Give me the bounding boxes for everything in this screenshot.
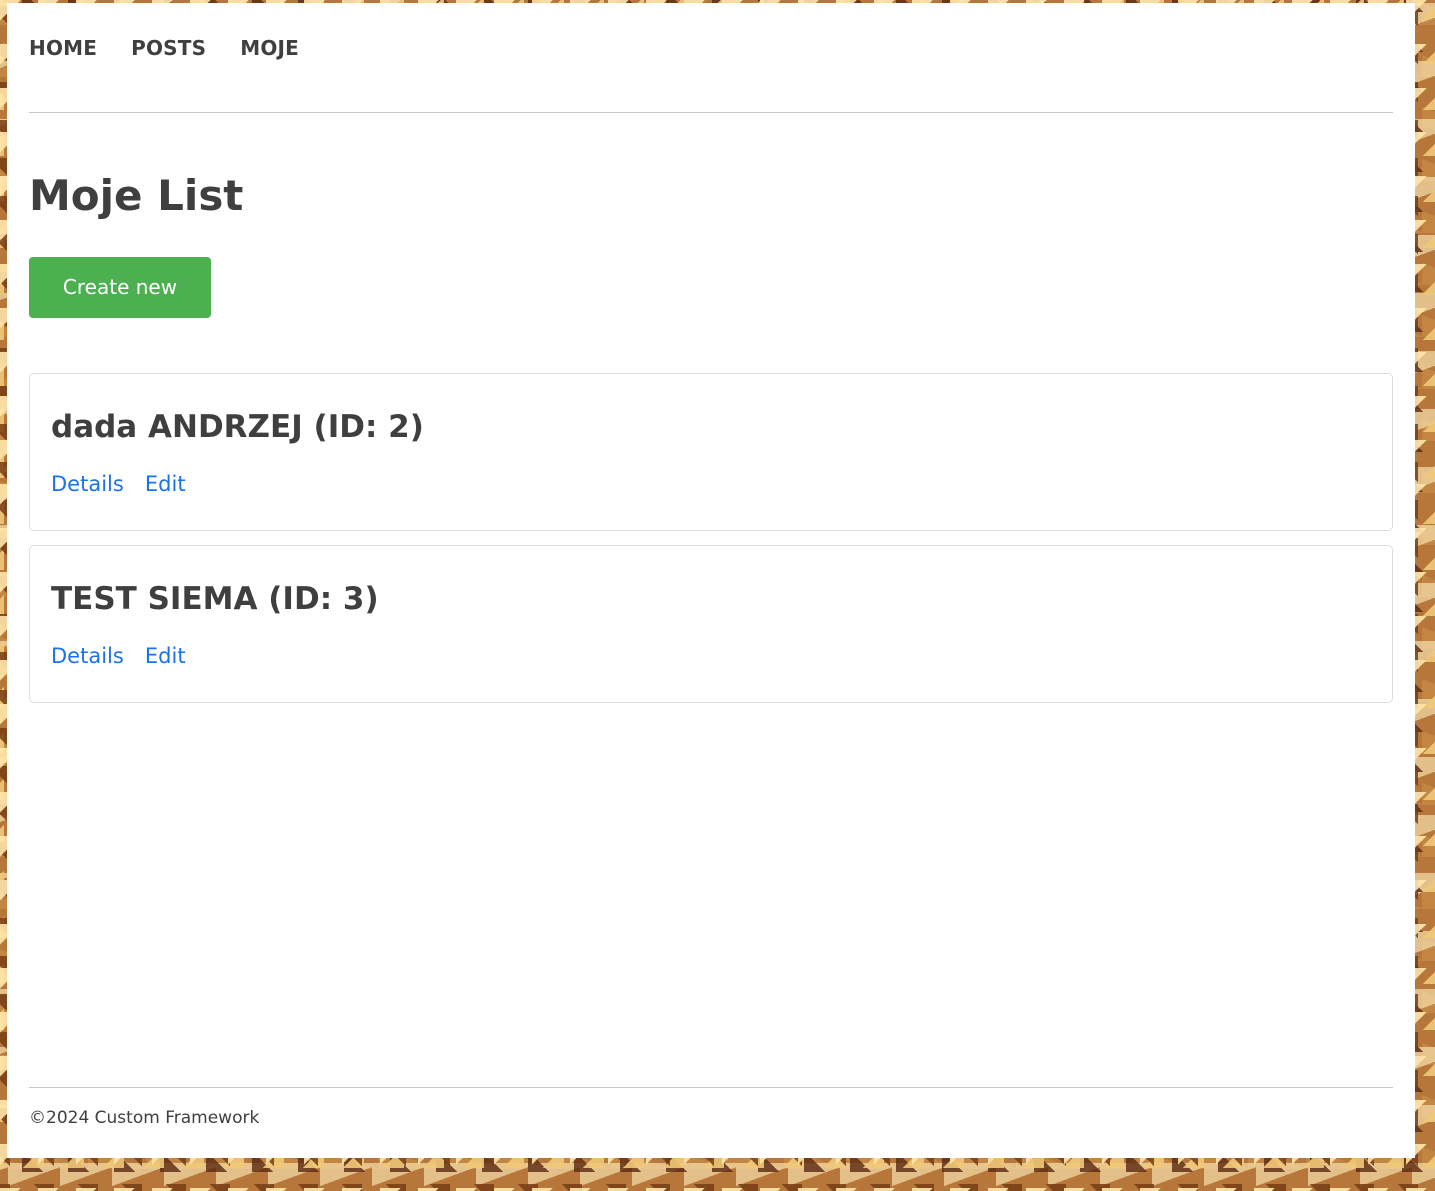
- list-item-actions: Details Edit: [51, 644, 1371, 668]
- create-new-button[interactable]: Create new: [29, 257, 211, 318]
- item-list: dada ANDRZEJ (ID: 2) Details Edit TEST S…: [29, 373, 1393, 703]
- edit-link[interactable]: Edit: [145, 472, 186, 496]
- nav-posts-link[interactable]: POSTS: [131, 36, 206, 60]
- main-nav: HOME POSTS MOJE: [29, 3, 1393, 113]
- nav-home-link[interactable]: HOME: [29, 36, 97, 60]
- details-link[interactable]: Details: [51, 644, 124, 668]
- nav-moje-link[interactable]: MOJE: [240, 36, 299, 60]
- details-link[interactable]: Details: [51, 472, 124, 496]
- page-footer: ©2024 Custom Framework: [29, 1087, 1393, 1128]
- page-container: HOME POSTS MOJE Moje List Create new dad…: [7, 3, 1415, 1158]
- list-item-title: dada ANDRZEJ (ID: 2): [51, 409, 424, 445]
- list-item: TEST SIEMA (ID: 3) Details Edit: [29, 545, 1393, 703]
- page-title: Moje List: [29, 171, 244, 220]
- footer-copyright: ©2024 Custom Framework: [29, 1108, 260, 1128]
- list-item-actions: Details Edit: [51, 472, 1371, 496]
- list-item: dada ANDRZEJ (ID: 2) Details Edit: [29, 373, 1393, 531]
- list-item-title: TEST SIEMA (ID: 3): [51, 581, 379, 617]
- edit-link[interactable]: Edit: [145, 644, 186, 668]
